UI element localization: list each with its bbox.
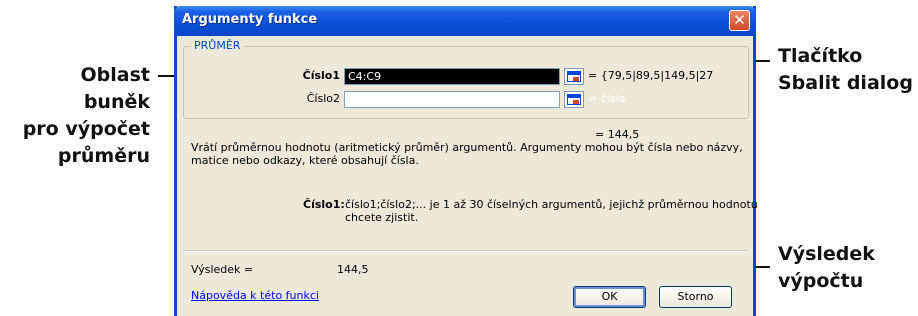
arg1-collapse-button[interactable] <box>564 68 584 85</box>
callout-collapse-button: Tlačítko Sbalit dialog <box>778 43 918 97</box>
separator <box>183 250 747 252</box>
result-value: 144,5 <box>337 263 369 276</box>
arg2-input[interactable] <box>344 91 560 108</box>
result-label: Výsledek = <box>191 263 254 276</box>
collapse-dialog-icon <box>567 71 581 82</box>
callout-line: průměru <box>57 145 150 167</box>
help-link[interactable]: Nápověda k této funkci <box>191 289 319 302</box>
arg-help-text: číslo1;číslo2;... je 1 až 30 číselných a… <box>345 198 758 224</box>
callout-line: Oblast buněk <box>80 64 150 113</box>
close-icon: ✕ <box>733 11 746 29</box>
dialog-titlebar[interactable]: Argumenty funkce ✕ <box>174 6 756 36</box>
arg1-result: = {79,5|89,5|149,5|27 <box>588 69 714 82</box>
close-button[interactable]: ✕ <box>729 10 750 31</box>
function-result: = 144,5 <box>595 128 640 141</box>
callout-line: Sbalit dialog <box>778 72 913 94</box>
callout-result: Výsledek výpočtu <box>778 241 918 295</box>
cancel-button[interactable]: Storno <box>659 286 732 308</box>
arg2-collapse-button[interactable] <box>564 91 584 108</box>
callout-line: Tlačítko <box>778 45 863 67</box>
callout-line: Výsledek <box>778 243 875 265</box>
callout-line: pro výpočet <box>22 118 150 140</box>
arg1-label: Číslo1 <box>302 69 340 82</box>
arg2-label: Číslo2 <box>306 92 340 105</box>
function-arguments-dialog: Argumenty funkce ✕ PRŮMĚR Číslo1 = {79,5… <box>174 6 758 316</box>
function-description: Vrátí průměrnou hodnotu (aritmetický prů… <box>191 141 743 167</box>
function-groupbox: PRŮMĚR Číslo1 = {79,5|89,5|149,5|27 Čísl… <box>183 39 749 119</box>
arg1-input[interactable] <box>344 68 560 85</box>
ok-button[interactable]: OK <box>573 286 646 308</box>
arg-help-label: Číslo1: <box>303 198 345 211</box>
callout-line: výpočtu <box>778 270 864 292</box>
callout-cell-range: Oblast buněk pro výpočet průměru <box>8 62 150 170</box>
function-name: PRŮMĚR <box>191 39 244 52</box>
dialog-title: Argumenty funkce <box>182 12 318 27</box>
arg2-result: = číslo <box>588 92 626 105</box>
collapse-dialog-icon <box>567 94 581 105</box>
